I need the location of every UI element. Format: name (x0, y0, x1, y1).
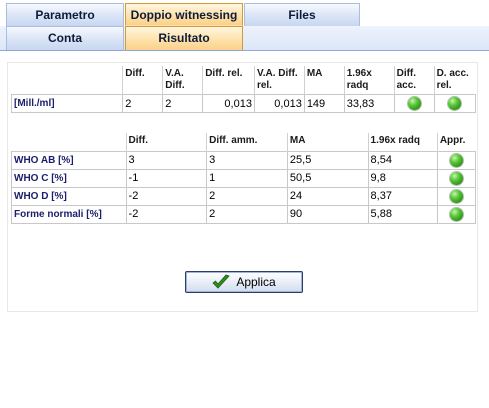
tab-conta[interactable]: Conta (6, 26, 124, 50)
row-label-mill-ml: [Mill./ml] (10, 94, 124, 113)
status-ok-icon (407, 97, 421, 110)
table1-header-196x-radq: 1.96x radq (343, 66, 395, 95)
cell-196x-radq: 5,88 (367, 204, 438, 224)
tab-parametro[interactable]: Parametro (6, 3, 124, 26)
table-row: [Mill./ml] 2 2 0,013 0,013 149 33,83 (10, 94, 477, 113)
table1-header-d-acc-rel: D. acc. rel. (433, 66, 476, 95)
cell-diff: -2 (125, 204, 208, 224)
cell-ma: 24 (286, 186, 369, 206)
table1-header-va-diff-rel: V.A. Diff. rel. (253, 66, 305, 95)
cell-diff: -1 (125, 168, 208, 188)
row-label-who-ab: WHO AB [%] (11, 150, 127, 170)
cell-appr (436, 186, 477, 206)
cell-appr (436, 168, 477, 188)
cell-ma: 90 (286, 204, 369, 224)
cell-196x-radq: 8,37 (367, 186, 438, 206)
status-ok-icon (449, 171, 463, 185)
table2-header-diff: Diff. (125, 133, 207, 151)
table1-header-va-diff: V.A. Diff. (162, 66, 203, 95)
table-row: WHO AB [%] 3 3 25,5 8,54 (11, 150, 477, 170)
cell-d-acc-rel (433, 94, 477, 113)
row-label-who-c: WHO C [%] (11, 168, 127, 188)
cell-ma: 50,5 (286, 168, 369, 188)
cell-196x-radq: 9,8 (367, 168, 438, 188)
table1-header-diff: Diff. (122, 66, 163, 95)
cell-va-diff-rel: 0,013 (253, 94, 305, 113)
tab-risultato[interactable]: Risultato (125, 26, 243, 50)
tab-files[interactable]: Files (244, 3, 360, 26)
checkmark-icon (212, 274, 231, 289)
cell-diff-acc (393, 94, 435, 113)
table2-header-196x-radq: 1.96x radq (367, 133, 438, 151)
sub-tab-bar: Conta Risultato (0, 26, 489, 51)
table1-header-diff-acc: Diff. acc. (393, 66, 435, 95)
cell-appr (436, 204, 477, 224)
cell-196x-radq: 33,83 (343, 94, 395, 113)
top-tab-bar: Parametro Doppio witnessing Files (0, 3, 489, 27)
table2-header-empty (12, 133, 127, 151)
cell-diff: -2 (125, 186, 208, 206)
cell-196x-radq: 8,54 (367, 150, 438, 170)
status-ok-icon (449, 189, 463, 203)
table-row: Forme normali [%] -2 2 90 5,88 (11, 204, 477, 224)
row-label-who-d: WHO D [%] (11, 186, 127, 206)
table2-header-ma: MA (286, 133, 369, 151)
table1-header-diff-rel: Diff. rel. (202, 66, 255, 95)
cell-diff-rel: 0,013 (202, 94, 255, 113)
table1-header-empty (12, 66, 123, 95)
cell-appr (436, 150, 477, 170)
cell-va-diff: 2 (162, 94, 204, 113)
table2-header-diff-amm: Diff. amm. (206, 133, 288, 151)
cell-diff-amm: 1 (206, 168, 288, 188)
table1-header-ma: MA (303, 66, 345, 95)
tab-doppio-witnessing[interactable]: Doppio witnessing (125, 3, 243, 26)
apply-button[interactable]: Applica (185, 271, 303, 293)
status-ok-icon (448, 97, 462, 110)
cell-diff: 3 (125, 150, 208, 170)
cell-diff-amm: 2 (206, 186, 288, 206)
cell-diff-amm: 3 (206, 150, 288, 170)
concentration-table: Diff. V.A. Diff. Diff. rel. V.A. Diff. r… (10, 66, 477, 113)
status-ok-icon (449, 207, 463, 221)
table-row: WHO C [%] -1 1 50,5 9,8 (11, 168, 477, 188)
status-ok-icon (449, 153, 463, 167)
table-row: WHO D [%] -2 2 24 8,37 (11, 186, 477, 206)
results-content: Diff. V.A. Diff. Diff. rel. V.A. Diff. r… (0, 51, 489, 408)
morphology-table: Diff. Diff. amm. MA 1.96x radq Appr. WHO… (11, 133, 477, 224)
row-label-forme-normali: Forme normali [%] (11, 204, 127, 224)
cell-ma: 149 (303, 94, 345, 113)
cell-ma: 25,5 (286, 150, 369, 170)
cell-diff-amm: 2 (206, 204, 288, 224)
apply-button-label: Applica (236, 275, 276, 289)
cell-diff: 2 (122, 94, 164, 113)
table2-header-appr: Appr. (436, 133, 476, 151)
